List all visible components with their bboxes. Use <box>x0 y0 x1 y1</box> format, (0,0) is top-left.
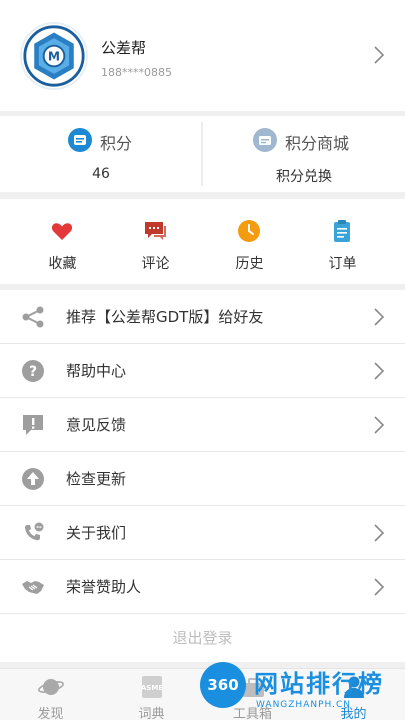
handshake-icon <box>21 575 45 599</box>
menu-item-about[interactable]: 关于我们 <box>0 506 405 560</box>
quick-favorites[interactable]: 收藏 <box>12 199 113 284</box>
svg-text:M: M <box>48 50 60 64</box>
person-icon <box>341 675 367 699</box>
points-panel: 积分 46 积分商城 积分兑换 <box>0 116 405 192</box>
user-name: 公差帮 <box>101 39 147 57</box>
logout-button[interactable]: 退出登录 <box>0 614 405 662</box>
tab-dictionary[interactable]: ASME 词典 <box>101 669 202 720</box>
chevron-right-icon <box>373 416 385 434</box>
points-mall[interactable]: 积分商城 积分兑换 <box>203 116 405 192</box>
menu-item-feedback[interactable]: 意见反馈 <box>0 398 405 452</box>
help-icon: ? <box>21 359 45 383</box>
quick-favorites-label: 收藏 <box>48 256 77 272</box>
menu-item-label: 帮助中心 <box>66 362 127 380</box>
chevron-right-icon <box>373 524 385 542</box>
profile-card[interactable]: M 公差帮 188****0885 <box>0 0 405 111</box>
points-mall-action: 积分兑换 <box>276 169 332 185</box>
coin-icon <box>68 128 92 152</box>
quick-orders[interactable]: 订单 <box>292 199 393 284</box>
logo-icon: M <box>23 25 85 87</box>
chevron-right-icon <box>373 46 385 64</box>
update-icon <box>21 467 45 491</box>
quick-actions: 收藏 评论 历史 订单 <box>0 199 405 284</box>
menu-item-help[interactable]: ? 帮助中心 <box>0 344 405 398</box>
menu-item-label: 意见反馈 <box>66 416 127 434</box>
menu-item-label: 荣誉赞助人 <box>66 578 142 596</box>
mall-icon <box>253 128 277 152</box>
quick-orders-label: 订单 <box>328 256 357 272</box>
feedback-icon <box>21 413 45 437</box>
tab-label: 工具箱 <box>232 707 272 720</box>
quick-history-label: 历史 <box>235 256 264 272</box>
asme-icon-text: ASME <box>141 684 163 692</box>
menu-item-share[interactable]: 推荐【公差帮GDT版】给好友 <box>0 290 405 344</box>
comment-icon <box>143 219 167 243</box>
chevron-right-icon <box>373 578 385 596</box>
chevron-right-icon <box>373 362 385 380</box>
avatar: M <box>20 22 88 90</box>
quick-comments[interactable]: 评论 <box>105 199 206 284</box>
asme-icon: ASME <box>139 675 165 699</box>
points-score-value: 46 <box>92 166 110 182</box>
quick-comments-label: 评论 <box>141 256 170 272</box>
settings-menu: 推荐【公差帮GDT版】给好友 ? 帮助中心 意见反馈 检查更新 关于我们 荣誉赞… <box>0 290 405 614</box>
phone-chat-icon <box>21 521 45 545</box>
clock-icon <box>237 219 261 243</box>
clipboard-icon <box>330 219 354 243</box>
menu-item-update[interactable]: 检查更新 <box>0 452 405 506</box>
user-phone: 188****0885 <box>101 66 172 79</box>
tab-label: 发现 <box>37 707 64 720</box>
share-icon <box>21 305 45 329</box>
tab-me[interactable]: 我的 <box>303 669 404 720</box>
tab-toolbox[interactable]: 工具箱 <box>202 669 303 720</box>
menu-item-label: 推荐【公差帮GDT版】给好友 <box>66 308 264 326</box>
quick-history[interactable]: 历史 <box>199 199 300 284</box>
points-score-label: 积分 <box>100 134 133 153</box>
bottom-tab-bar: 发现 ASME 词典 工具箱 我的 <box>0 668 405 720</box>
toolbox-icon <box>240 675 266 699</box>
menu-item-label: 检查更新 <box>66 470 127 488</box>
svg-text:?: ? <box>29 364 37 380</box>
points-mall-label: 积分商城 <box>285 134 350 153</box>
menu-item-label: 关于我们 <box>66 524 127 542</box>
heart-icon <box>50 219 74 243</box>
tab-label: 我的 <box>340 707 367 720</box>
tab-label: 词典 <box>138 707 165 720</box>
chevron-right-icon <box>373 308 385 326</box>
planet-icon <box>38 675 64 699</box>
points-score[interactable]: 积分 46 <box>0 116 202 192</box>
tab-discover[interactable]: 发现 <box>0 669 101 720</box>
menu-item-sponsors[interactable]: 荣誉赞助人 <box>0 560 405 614</box>
